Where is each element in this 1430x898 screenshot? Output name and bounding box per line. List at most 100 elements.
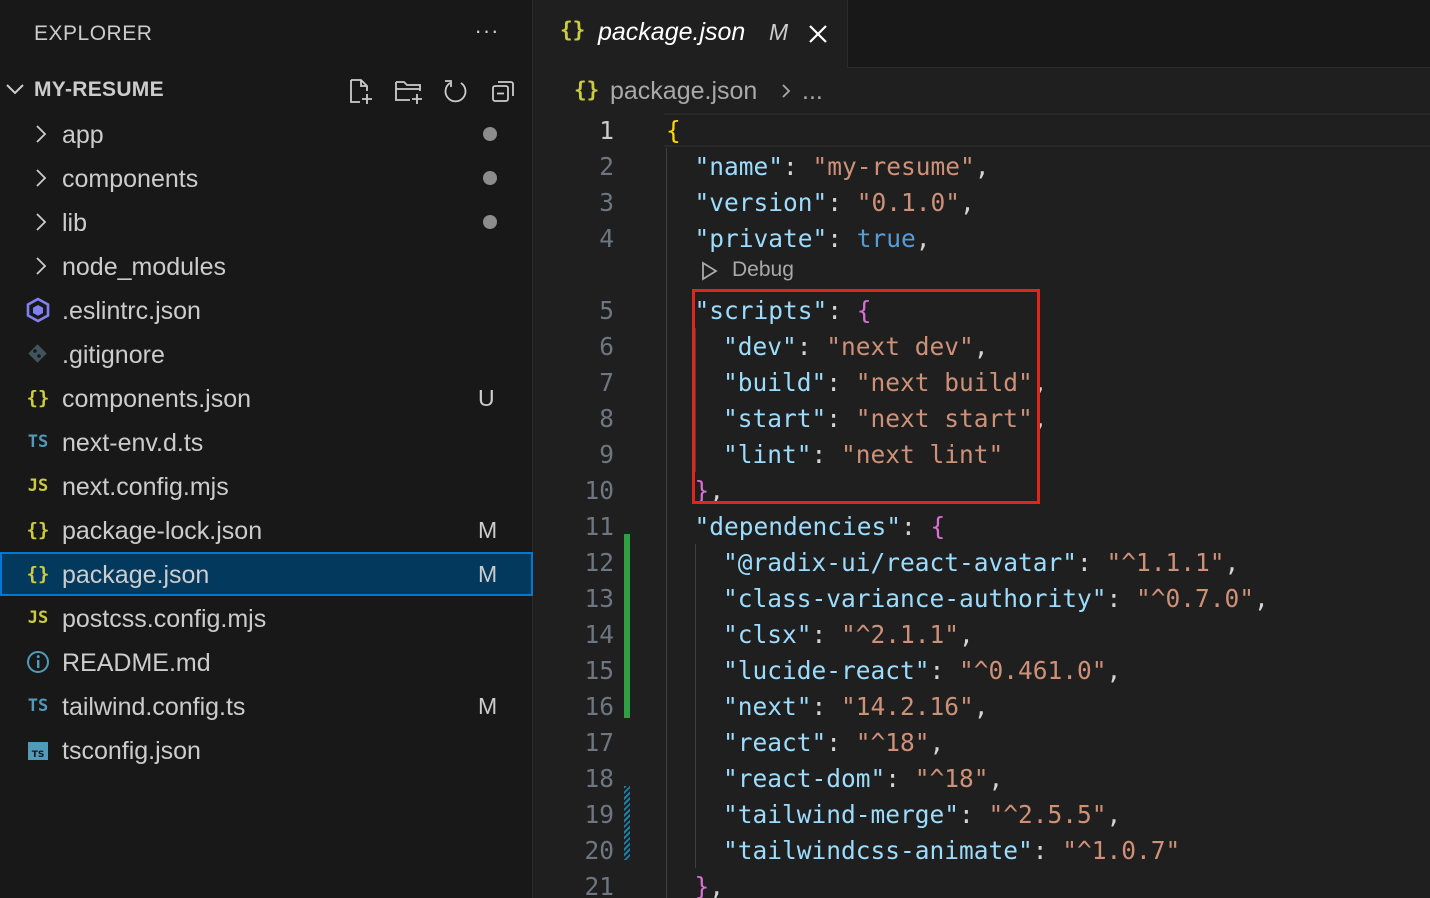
code-text: "react-dom": "^18",	[723, 764, 1003, 793]
code-line: 7 "build": "next build",	[534, 364, 1430, 400]
json-file-icon: {}	[560, 18, 586, 42]
code-line: 15 "lucide-react": "^0.461.0",	[534, 652, 1430, 688]
code-line: 12 "@radix-ui/react-avatar": "^1.1.1",	[534, 544, 1430, 580]
code-line: 11 "dependencies": {	[534, 508, 1430, 544]
code-line: 14 "clsx": "^2.1.1",	[534, 616, 1430, 652]
code-text: },	[695, 872, 725, 898]
line-number: 1	[599, 116, 614, 145]
collapse-all-icon[interactable]	[486, 74, 520, 108]
code-token: ,	[974, 152, 990, 181]
code-token: "next lint"	[841, 440, 1004, 469]
json-file-icon: {}	[26, 387, 50, 409]
new-folder-icon[interactable]	[391, 74, 425, 108]
more-actions-icon[interactable]: ···	[470, 14, 504, 48]
line-number: 14	[584, 620, 614, 649]
code-token: "next start"	[855, 404, 1033, 433]
tree-item-next-config-mjs[interactable]: JS next.config.mjs	[0, 464, 533, 508]
tree-item-app[interactable]: app	[0, 112, 533, 156]
code-line: 17 "react": "^18",	[534, 724, 1430, 760]
code-token: }	[694, 872, 710, 898]
chevron-right-icon	[782, 84, 791, 98]
tree-item-label: next-env.d.ts	[62, 429, 204, 457]
typescript-file-icon: TS	[27, 696, 49, 716]
code-token: ,	[709, 476, 725, 505]
code-line: 10},	[534, 472, 1430, 508]
line-number: 4	[599, 224, 614, 253]
tree-item-package-lock-json[interactable]: {} package-lock.json M	[0, 508, 533, 552]
new-file-icon[interactable]	[343, 74, 377, 108]
git-status-badge: M	[478, 561, 498, 587]
code-text: "tailwindcss-animate": "^1.0.7"	[723, 836, 1180, 865]
code-token: "^18"	[855, 728, 930, 757]
tab-label: package.json	[598, 18, 746, 46]
line-number: 5	[599, 296, 614, 325]
tree-item-node-modules[interactable]: node_modules	[0, 244, 533, 288]
code-token: "name"	[694, 152, 784, 181]
tree-item-components-json[interactable]: {} components.json U	[0, 376, 533, 420]
tree-item-tsconfig-json[interactable]: TS tsconfig.json	[0, 728, 533, 772]
tree-item-lib[interactable]: lib	[0, 200, 533, 244]
code-line: 8 "start": "next start",	[534, 400, 1430, 436]
code-token: "dependencies"	[694, 512, 902, 541]
code-token: :	[1106, 584, 1137, 613]
tree-item-eslintrc-json[interactable]: .eslintrc.json	[0, 288, 533, 332]
chevron-right-icon	[36, 213, 47, 231]
code-token: :	[1077, 548, 1107, 577]
line-number: 6	[599, 332, 614, 361]
gutter-added-lines[interactable]	[624, 534, 630, 718]
code-line: 20 "tailwindcss-animate": "^1.0.7"	[534, 832, 1430, 868]
javascript-file-icon: JS	[27, 476, 49, 496]
tree-item-components[interactable]: components	[0, 156, 533, 200]
project-folder-header[interactable]: MY-RESUME	[0, 68, 533, 112]
code-text: "tailwind-merge": "^2.5.5",	[723, 800, 1121, 829]
tree-item-label: package.json	[62, 561, 210, 589]
code-line: 13 "class-variance-authority": "^0.7.0",	[534, 580, 1430, 616]
line-number: 21	[584, 872, 614, 898]
tree-item-next-env-d-ts[interactable]: TS next-env.d.ts	[0, 420, 533, 464]
code-token: "react-dom"	[723, 764, 886, 793]
code-token: "scripts"	[694, 296, 828, 325]
breadcrumb-symbol[interactable]: ...	[802, 77, 823, 106]
code-token: "0.1.0"	[856, 188, 961, 217]
refresh-icon[interactable]	[438, 74, 472, 108]
line-number: 16	[584, 692, 614, 721]
svg-text:TS: TS	[32, 750, 45, 760]
tree-item-readme-md[interactable]: README.md	[0, 640, 533, 684]
breadcrumb-file[interactable]: package.json	[610, 77, 757, 106]
tree-item-tailwind-config-ts[interactable]: TS tailwind.config.ts M	[0, 684, 533, 728]
code-token: ,	[1106, 656, 1122, 685]
code-token: :	[885, 764, 915, 793]
json-file-icon: {}	[26, 519, 50, 541]
code-text: "next": "14.2.16",	[723, 692, 989, 721]
code-text: "class-variance-authority": "^0.7.0",	[723, 584, 1269, 613]
tree-item-gitignore[interactable]: .gitignore	[0, 332, 533, 376]
code-text: },	[695, 476, 725, 505]
tab-package-json[interactable]: {} package.json M	[534, 0, 848, 68]
code-line: 19 "tailwind-merge": "^2.5.5",	[534, 796, 1430, 832]
code-token: "^0.461.0"	[959, 656, 1107, 685]
code-token: :	[959, 800, 989, 829]
code-token: ,	[929, 728, 945, 757]
code-text: "start": "next start",	[723, 404, 1048, 433]
explorer-sidebar: EXPLORER ··· MY-RESUME app components li…	[0, 0, 533, 898]
code-token: ,	[915, 224, 931, 253]
line-number: 17	[584, 728, 614, 757]
code-token: :	[826, 404, 856, 433]
line-number: 8	[599, 404, 614, 433]
code-token: :	[796, 332, 827, 361]
project-name: MY-RESUME	[34, 78, 164, 101]
code-editor[interactable]: Debug 1{2 "name": "my-resume", 3 "version":…	[534, 112, 1430, 898]
code-token: "^1.1.1"	[1106, 548, 1225, 577]
close-icon[interactable]	[804, 20, 832, 48]
explorer-title: EXPLORER	[34, 22, 153, 45]
gutter-modified-lines[interactable]	[624, 786, 630, 860]
file-tree: app components lib node_modules .eslintrc.js…	[0, 112, 533, 772]
tree-item-label: app	[62, 121, 104, 149]
code-token: ,	[1224, 548, 1240, 577]
tree-item-package-json[interactable]: {} package.json M	[0, 552, 533, 596]
tree-item-label: .eslintrc.json	[62, 297, 201, 325]
tree-item-postcss-config-mjs[interactable]: JS postcss.config.mjs	[0, 596, 533, 640]
code-token: "private"	[694, 224, 828, 253]
code-text: "dev": "next dev",	[723, 332, 989, 361]
code-text: "build": "next build",	[723, 368, 1048, 397]
